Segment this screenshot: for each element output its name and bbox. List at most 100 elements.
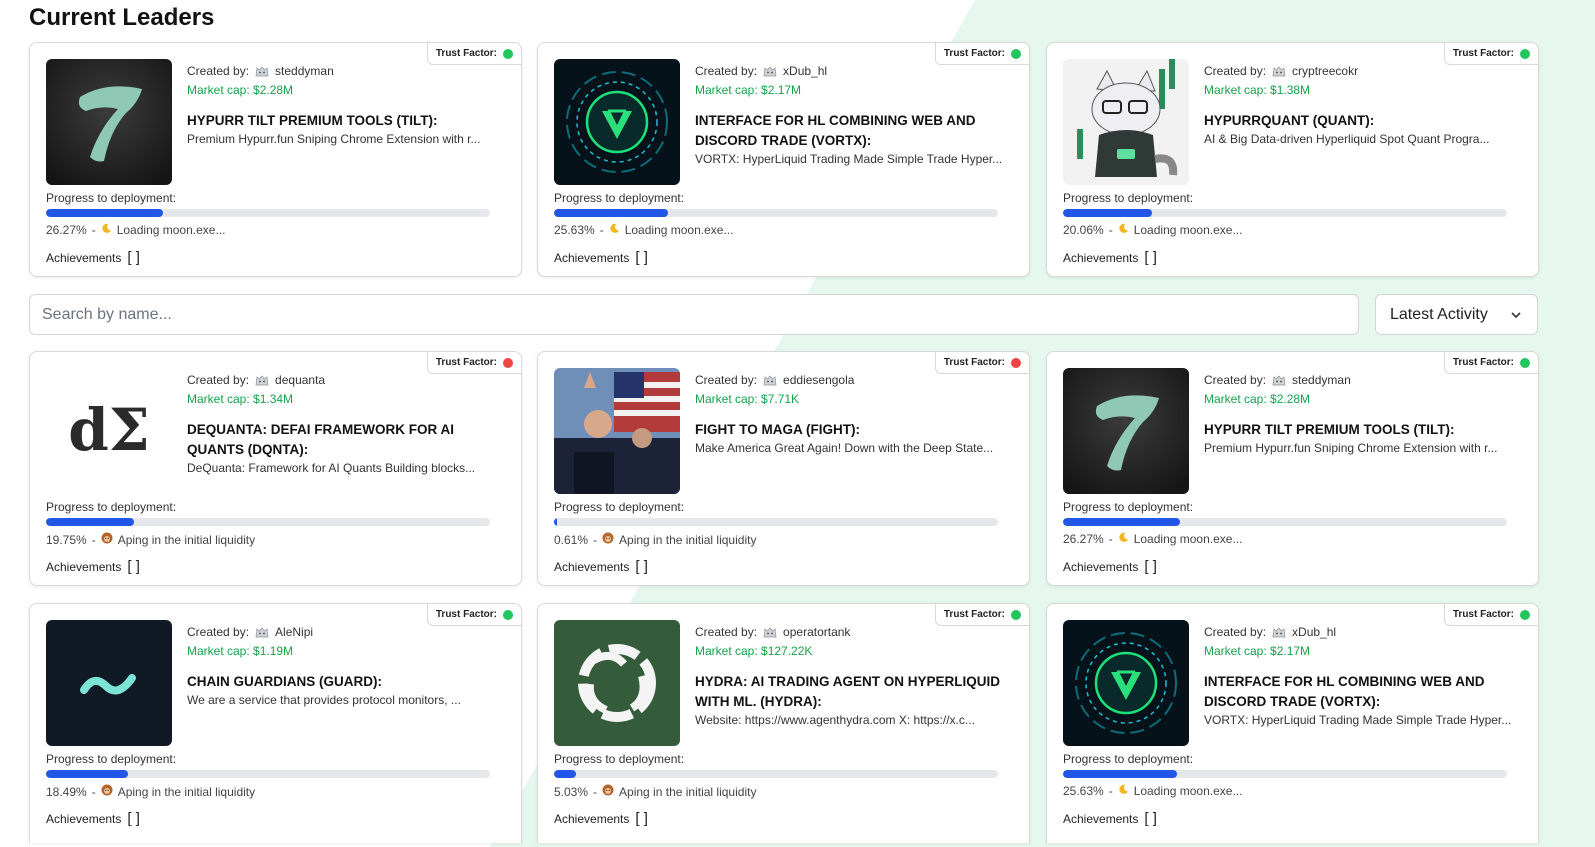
moon-icon <box>101 223 112 237</box>
progress-percent: 26.27% <box>1063 532 1104 546</box>
token-image <box>554 59 680 185</box>
token-image <box>554 620 680 746</box>
progress-percent: 0.61% <box>554 532 589 547</box>
status-text: Aping in the initial liquidity <box>619 784 757 799</box>
trust-indicator-icon <box>503 48 513 59</box>
progress-bar <box>46 518 490 526</box>
achievements-list: [ ] <box>127 810 140 827</box>
market-cap: Market cap: $7.71K <box>695 392 800 406</box>
market-cap: Market cap: $1.34M <box>187 392 294 406</box>
token-card[interactable]: Trust Factor: Created by: xDub_hl Market… <box>1046 603 1539 843</box>
moon-icon <box>1118 784 1129 798</box>
token-card[interactable]: Trust Factor: Created by: AleNipi Market… <box>29 603 522 843</box>
status-text: Aping in the initial liquidity <box>619 532 757 547</box>
trust-indicator-icon <box>1011 48 1021 59</box>
progress-bar <box>554 518 998 526</box>
token-image <box>1063 368 1189 494</box>
progress-status: 18.49% - Aping in the initial liquidity <box>46 784 256 799</box>
token-name[interactable]: FIGHT TO MAGA (FIGHT): <box>695 420 1007 440</box>
token-name[interactable]: HYPURR TILT PREMIUM TOOLS (TILT): <box>1204 420 1516 440</box>
creator-name[interactable]: operatortank <box>783 625 850 639</box>
token-name[interactable]: CHAIN GUARDIANS (GUARD): <box>187 672 499 692</box>
token-name[interactable]: INTERFACE FOR HL COMBINING WEB AND DISCO… <box>695 111 1007 151</box>
svg-text:dΣ: dΣ <box>68 396 150 464</box>
created-by-label: Created by: <box>695 372 758 387</box>
token-card[interactable]: Trust Factor: dΣ Created by: dequanta Ma… <box>29 351 522 586</box>
progress-bar-fill <box>1063 518 1180 526</box>
token-description: We are a service that provides protocol … <box>187 693 461 707</box>
status-text: Aping in the initial liquidity <box>117 784 256 799</box>
token-description: Website: https://www.agenthydra.com X: h… <box>695 713 975 727</box>
creator-name[interactable]: cryptreecokr <box>1292 64 1358 78</box>
progress-label: Progress to deployment: <box>1063 752 1194 766</box>
progress-percent: 25.63% <box>1063 784 1104 798</box>
market-cap: Market cap: $127.22K <box>695 644 813 658</box>
sort-select[interactable]: Latest Activity <box>1375 294 1538 335</box>
token-card[interactable]: Trust Factor: Created by: operatortank M… <box>537 603 1030 843</box>
creator-row: Created by: steddyman <box>187 63 499 78</box>
token-name[interactable]: HYPURR TILT PREMIUM TOOLS (TILT): <box>187 111 499 131</box>
ape-icon <box>602 532 614 547</box>
creator-name[interactable]: steddyman <box>275 64 334 78</box>
progress-bar <box>554 209 998 217</box>
token-card[interactable]: Trust Factor: Created by: cryptreecokr M… <box>1046 42 1539 277</box>
trust-indicator-icon <box>503 609 513 620</box>
achievements: Achievements [ ] <box>554 810 648 827</box>
creator-row: Created by: xDub_hl <box>695 63 1007 78</box>
token-name[interactable]: HYPURRQUANT (QUANT): <box>1204 111 1516 131</box>
creator-avatar-icon <box>763 626 777 637</box>
trust-factor-label: Trust Factor: <box>1452 48 1514 59</box>
token-card[interactable]: Trust Factor: Created by: steddyman Mark… <box>29 42 522 277</box>
token-description: VORTX: HyperLiquid Trading Made Simple T… <box>1204 713 1512 727</box>
achievements: Achievements [ ] <box>554 558 648 575</box>
achievements: Achievements [ ] <box>46 249 140 266</box>
creator-avatar-icon <box>255 626 269 637</box>
token-name[interactable]: INTERFACE FOR HL COMBINING WEB AND DISCO… <box>1204 672 1516 712</box>
search-input[interactable] <box>29 294 1359 335</box>
creator-name[interactable]: xDub_hl <box>1292 625 1336 639</box>
achievements-list: [ ] <box>635 558 648 575</box>
creator-avatar-icon <box>1272 65 1286 76</box>
token-name[interactable]: DEQUANTA: DEFAI FRAMEWORK FOR AI QUANTS … <box>187 420 499 460</box>
achievements-list: [ ] <box>127 558 140 575</box>
achievements-list: [ ] <box>635 249 648 266</box>
progress-label: Progress to deployment: <box>1063 191 1194 205</box>
token-image <box>46 620 172 746</box>
token-card[interactable]: Trust Factor: Created by: eddiesengola M… <box>537 351 1030 586</box>
created-by-label: Created by: <box>187 63 250 78</box>
moon-icon <box>1118 223 1129 237</box>
token-name[interactable]: HYDRA: AI TRADING AGENT ON HYPERLIQUID W… <box>695 672 1007 712</box>
creator-name[interactable]: AleNipi <box>275 625 313 639</box>
status-text: Loading moon.exe... <box>116 223 226 237</box>
token-card[interactable]: Trust Factor: Created by: xDub_hl Market… <box>537 42 1030 277</box>
trust-indicator-icon <box>1520 609 1530 620</box>
progress-label: Progress to deployment: <box>46 752 177 766</box>
progress-bar-fill <box>46 518 134 526</box>
trust-indicator-icon <box>503 357 513 368</box>
token-card[interactable]: Trust Factor: Created by: steddyman Mark… <box>1046 351 1539 586</box>
achievements: Achievements [ ] <box>1063 249 1157 266</box>
market-cap: Market cap: $2.17M <box>695 83 802 97</box>
achievements-label: Achievements <box>46 559 122 574</box>
trust-factor-label: Trust Factor: <box>1452 357 1514 368</box>
achievements-list: [ ] <box>1144 558 1157 575</box>
creator-name[interactable]: eddiesengola <box>783 373 854 387</box>
creator-row: Created by: eddiesengola <box>695 372 1007 387</box>
achievements-label: Achievements <box>554 811 630 826</box>
sort-selected-label: Latest Activity <box>1390 305 1488 323</box>
trust-factor: Trust Factor: <box>426 352 521 374</box>
creator-row: Created by: AleNipi <box>187 624 499 639</box>
trust-factor-label: Trust Factor: <box>435 48 497 59</box>
status-text: Loading moon.exe... <box>1133 223 1243 237</box>
creator-name[interactable]: dequanta <box>275 373 325 387</box>
token-image <box>46 59 172 185</box>
creator-name[interactable]: xDub_hl <box>783 64 827 78</box>
created-by-label: Created by: <box>187 624 250 639</box>
status-text: Loading moon.exe... <box>1133 532 1243 546</box>
creator-row: Created by: dequanta <box>187 372 499 387</box>
progress-label: Progress to deployment: <box>554 191 685 205</box>
achievements: Achievements [ ] <box>1063 810 1157 827</box>
progress-bar-fill <box>1063 770 1177 778</box>
trust-factor: Trust Factor: <box>1443 352 1538 374</box>
creator-name[interactable]: steddyman <box>1292 373 1351 387</box>
